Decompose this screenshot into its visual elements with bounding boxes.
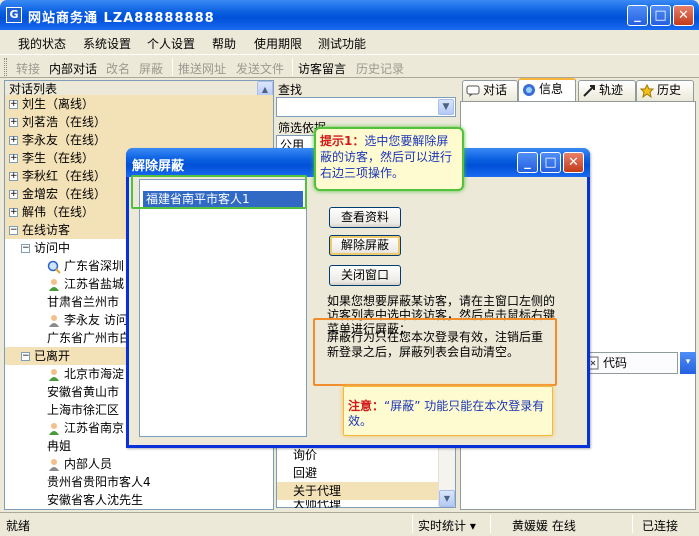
expand-icon[interactable]: +	[9, 172, 18, 181]
tab-track[interactable]: 轨迹	[578, 80, 636, 101]
menu-my-status[interactable]: 我的状态	[18, 35, 66, 52]
tab-code[interactable]: 代码	[580, 352, 678, 374]
toolbar-grip[interactable]	[4, 58, 7, 76]
expand-icon[interactable]: +	[9, 154, 18, 163]
chevron-down-icon[interactable]: ▼	[438, 99, 454, 115]
toolbar: 转接 内部对话 改名 屏蔽 推送网址 发送文件 访客留言 历史记录	[0, 54, 699, 78]
window-title: 网站商务通 LZA88888888	[28, 11, 215, 26]
search-label: 查找	[278, 83, 303, 97]
history-icon	[640, 84, 654, 98]
tab-info[interactable]: 信息	[518, 78, 576, 101]
collapse-icon[interactable]: −	[9, 226, 18, 235]
person-icon	[49, 458, 59, 471]
list-item[interactable]: 回避	[277, 464, 439, 482]
status-separator	[632, 515, 633, 533]
menu-help[interactable]: 帮助	[212, 35, 236, 52]
tool-block-button[interactable]: 屏蔽	[139, 60, 163, 77]
expand-icon[interactable]: +	[9, 190, 18, 199]
menu-personal-settings[interactable]: 个人设置	[147, 35, 195, 52]
status-separator	[490, 515, 491, 533]
status-separator	[412, 515, 413, 533]
menu-usage-period[interactable]: 使用期限	[254, 35, 302, 52]
tool-send-file-button[interactable]: 发送文件	[236, 60, 284, 77]
tool-push-url-button[interactable]: 推送网址	[178, 60, 226, 77]
warning-callout: 注意：“屏蔽” 功能只能在本次登录有效。	[343, 386, 553, 436]
main-titlebar[interactable]: G 网站商务通 LZA88888888 _ □ ✕	[0, 0, 699, 30]
expand-panel-icon[interactable]: ▾	[680, 352, 696, 374]
tree-row[interactable]: + 李永友（在线）	[5, 131, 273, 149]
expand-icon[interactable]: +	[9, 136, 18, 145]
person-icon	[49, 278, 59, 291]
close-button[interactable]: ✕	[673, 5, 694, 26]
dialog-maximize-button[interactable]: □	[540, 152, 561, 173]
status-user: 黄媛媛 在线	[512, 519, 576, 533]
tool-history-button[interactable]: 历史记录	[356, 60, 404, 77]
close-window-button[interactable]: 关闭窗口	[329, 265, 401, 286]
tab-chat[interactable]: 对话	[462, 80, 518, 101]
tree-row[interactable]: 内部人员	[5, 455, 273, 473]
unblock-dialog: 解除屏蔽 _ □ ✕ 福建省南平市客人1 查看资料 解除屏蔽 关闭窗口 如果您想…	[126, 148, 590, 448]
person-icon	[49, 314, 59, 327]
expand-icon[interactable]: +	[9, 208, 18, 217]
status-ready: 就绪	[6, 519, 31, 533]
expand-icon[interactable]: +	[9, 100, 18, 109]
menu-test-features[interactable]: 测试功能	[318, 35, 366, 52]
person-icon	[49, 368, 59, 381]
search-icon	[47, 260, 61, 274]
track-icon	[583, 85, 595, 97]
app-logo-icon: G	[6, 7, 22, 23]
status-bar: 就绪 实时统计 ▾ 黄媛媛 在线 已连接	[0, 512, 699, 536]
blocked-visitors-list[interactable]: 福建省南平市客人1	[139, 179, 307, 437]
block-scope-note: 屏蔽行为只在您本次登录有效，注销后重新登录之后，屏蔽列表会自动清空。	[313, 318, 557, 386]
list-item[interactable]: 大师代理	[277, 500, 439, 508]
menu-system-settings[interactable]: 系统设置	[83, 35, 131, 52]
expand-icon[interactable]: +	[9, 118, 18, 127]
person-icon	[49, 422, 59, 435]
dialog-close-button[interactable]: ✕	[563, 152, 584, 173]
tool-transfer-button[interactable]: 转接	[16, 60, 40, 77]
tree-row[interactable]: 安徽省客人沈先生	[5, 491, 273, 509]
info-icon	[523, 84, 535, 96]
toolbar-separator	[292, 58, 293, 76]
tool-rename-button[interactable]: 改名	[106, 60, 130, 77]
tree-row[interactable]: + 刘生（离线）	[5, 95, 273, 113]
toolbar-separator	[172, 58, 173, 76]
collapse-icon[interactable]: −	[21, 244, 30, 253]
dialog-minimize-button[interactable]: _	[517, 152, 538, 173]
realtime-stats-dropdown[interactable]: 实时统计 ▾	[418, 517, 476, 534]
tree-row[interactable]: 贵州省贵阳市客人4	[5, 473, 273, 491]
status-connection: 已连接	[642, 519, 679, 533]
scroll-down-icon[interactable]: ▼	[439, 490, 455, 507]
minimize-button[interactable]: _	[627, 5, 648, 26]
hint-callout: 提示1：选中您要解除屏蔽的访客，然后可以进行右边三项操作。	[314, 127, 464, 191]
annotation-box	[131, 175, 307, 209]
list-item[interactable]: 关于代理	[277, 482, 439, 500]
collapse-icon[interactable]: −	[21, 352, 30, 361]
chat-icon	[466, 85, 480, 97]
unblock-button[interactable]: 解除屏蔽	[329, 235, 401, 256]
tab-history[interactable]: 历史	[636, 80, 694, 101]
menu-bar: 我的状态 系统设置 个人设置 帮助 使用期限 测试功能	[0, 30, 699, 54]
tool-internal-chat-button[interactable]: 内部对话	[49, 60, 97, 77]
tool-visitor-message-button[interactable]: 访客留言	[298, 60, 346, 77]
list-item[interactable]: 询价	[277, 446, 439, 464]
search-select[interactable]: ▼	[276, 97, 456, 117]
tree-row[interactable]: + 刘茗浩（在线）	[5, 113, 273, 131]
view-profile-button[interactable]: 查看资料	[329, 207, 401, 228]
maximize-button[interactable]: □	[650, 5, 671, 26]
dialog-title: 解除屏蔽	[132, 159, 185, 174]
